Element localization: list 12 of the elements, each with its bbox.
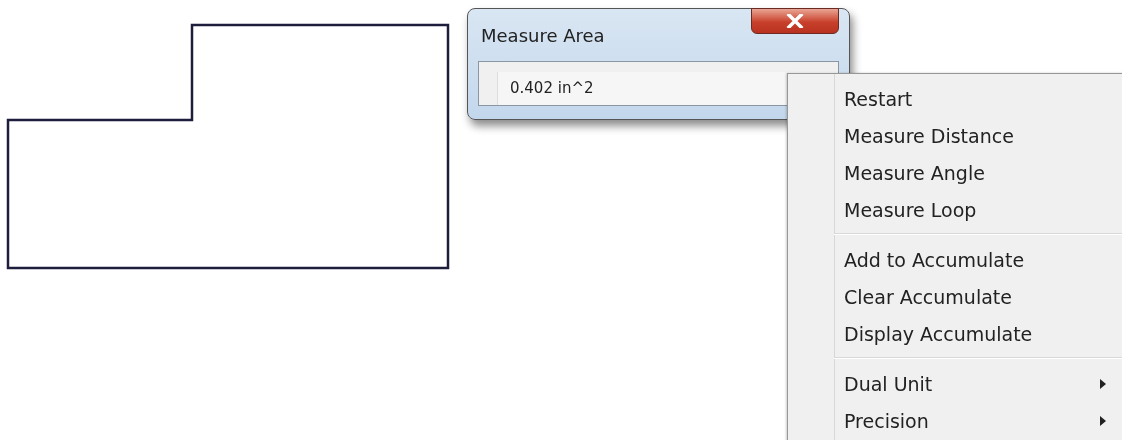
menu-item[interactable]: Add to Accumulate bbox=[844, 241, 1122, 278]
menu-item[interactable]: Display Accumulate bbox=[844, 315, 1122, 352]
menu-item[interactable]: Clear Accumulate bbox=[844, 278, 1122, 315]
menu-item[interactable]: Dual Unit bbox=[844, 365, 1122, 402]
menu-item[interactable]: Restart bbox=[844, 80, 1122, 117]
menu-item[interactable]: Measure Distance bbox=[844, 117, 1122, 154]
menu-item[interactable]: Measure Loop bbox=[844, 191, 1122, 228]
close-icon bbox=[786, 14, 804, 28]
window-title: Measure Area bbox=[481, 25, 605, 46]
menu-item[interactable]: Precision bbox=[844, 402, 1122, 439]
close-button[interactable] bbox=[751, 8, 839, 34]
menu-item[interactable]: Measure Angle bbox=[844, 154, 1122, 191]
